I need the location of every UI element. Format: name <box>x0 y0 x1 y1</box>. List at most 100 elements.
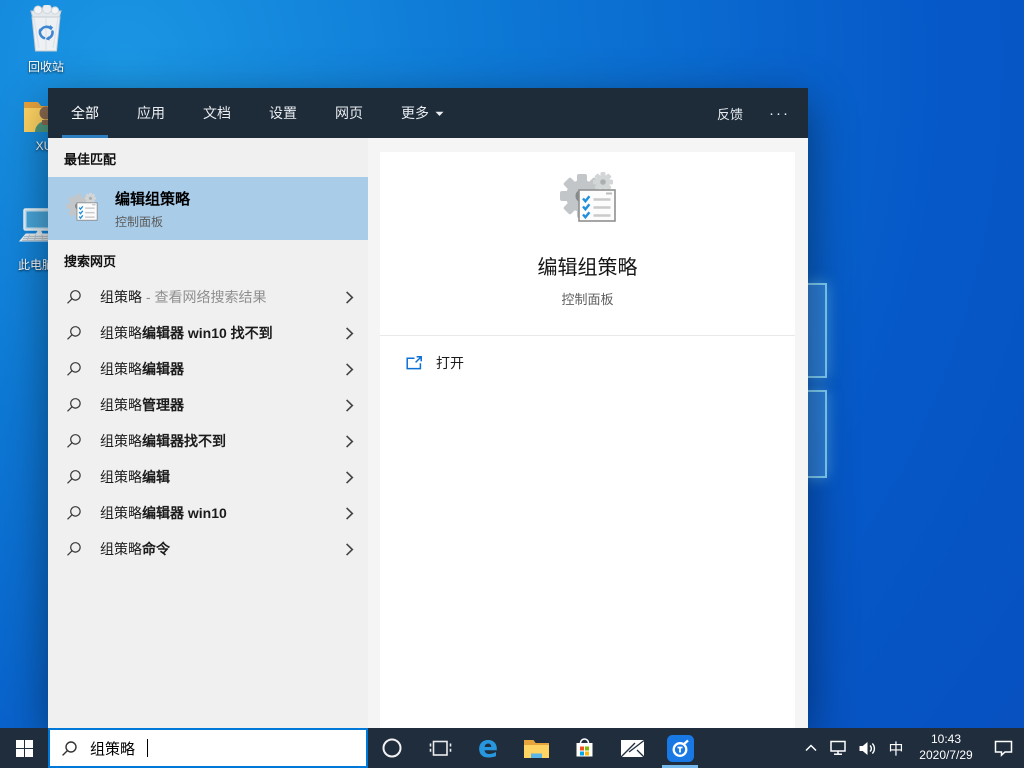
feedback-button[interactable]: 反馈 <box>717 104 743 123</box>
edge-icon: e <box>477 730 499 765</box>
results-list-column: 最佳匹配 编辑组策略 控制面板 搜索网页 组策略 - 查看网络搜索结果 组策略编辑… <box>48 138 368 728</box>
chevron-right-icon[interactable] <box>345 506 354 520</box>
ime-indicator[interactable]: 中 <box>882 728 910 768</box>
web-suggestion-row[interactable]: 组策略命令 <box>48 531 368 567</box>
chevron-right-icon[interactable] <box>345 290 354 304</box>
speaker-icon <box>859 741 876 755</box>
open-action[interactable]: 打开 <box>380 336 795 373</box>
file-explorer-button[interactable] <box>512 728 560 768</box>
cortana-button[interactable] <box>368 728 416 768</box>
search-icon <box>66 361 82 377</box>
system-tray: 中 10:43 2020/7/29 <box>798 728 1024 768</box>
network-button[interactable] <box>824 728 853 768</box>
search-icon <box>66 433 82 449</box>
best-match-result[interactable]: 编辑组策略 控制面板 <box>48 177 368 240</box>
web-suggestion-row[interactable]: 组策略编辑器 win10 找不到 <box>48 315 368 351</box>
tab-label: 网页 <box>335 105 363 121</box>
web-suggestion-row[interactable]: 组策略编辑 <box>48 459 368 495</box>
search-icon <box>66 541 82 557</box>
taskbar: 组策略 e 中 10:43 2020/7/29 <box>0 728 1024 768</box>
chevron-right-icon[interactable] <box>345 362 354 376</box>
web-suggestion-row[interactable]: 组策略编辑器 win10 <box>48 495 368 531</box>
taskbar-search-box[interactable]: 组策略 <box>48 728 368 768</box>
best-match-title: 编辑组策略 <box>115 190 191 208</box>
microsoft-store-button[interactable] <box>560 728 608 768</box>
cortana-icon <box>382 738 402 758</box>
best-match-subtitle: 控制面板 <box>115 214 164 229</box>
web-suggestion-row[interactable]: 组策略编辑器找不到 <box>48 423 368 459</box>
result-preview-pane: 编辑组策略 控制面板 打开 <box>380 152 795 728</box>
clock-date: 2020/7/29 <box>919 748 973 762</box>
web-suggestion-list: 组策略 - 查看网络搜索结果 组策略编辑器 win10 找不到 组策略编辑器 组策略管… <box>48 279 368 567</box>
more-options-button[interactable]: ··· <box>769 105 790 122</box>
mail-button[interactable] <box>608 728 656 768</box>
network-icon <box>830 740 846 755</box>
web-search-section-title: 搜索网页 <box>64 254 117 269</box>
search-icon <box>61 740 78 757</box>
open-action-label: 打开 <box>436 355 464 371</box>
tab-all[interactable]: 全部 <box>62 88 108 138</box>
clock-time: 10:43 <box>930 732 962 747</box>
chevron-down-icon <box>435 111 444 116</box>
tray-overflow-button[interactable] <box>798 728 824 768</box>
search-input-value: 组策略 <box>90 740 136 758</box>
tab-web[interactable]: 网页 <box>330 88 368 138</box>
suggestion-text: 组策略编辑器 <box>100 361 184 377</box>
recycle-bin-icon <box>12 5 80 55</box>
microsoft-store-icon <box>576 737 592 756</box>
search-icon <box>66 325 82 341</box>
wallpaper-logo-pane-top <box>806 283 827 378</box>
tab-label: 更多 <box>401 105 429 121</box>
suggestion-text: 组策略编辑 <box>100 469 170 485</box>
tab-apps[interactable]: 应用 <box>132 88 170 138</box>
group-policy-icon <box>64 191 100 227</box>
search-icon <box>66 505 82 521</box>
preview-title: 编辑组策略 <box>537 257 638 279</box>
clock[interactable]: 10:43 2020/7/29 <box>910 732 982 763</box>
preview-subtitle: 控制面板 <box>561 292 614 307</box>
notification-icon <box>994 740 1012 757</box>
web-suggestion-row[interactable]: 组策略编辑器 <box>48 351 368 387</box>
tab-label: 应用 <box>137 105 165 121</box>
chevron-right-icon[interactable] <box>345 398 354 412</box>
tab-label: 全部 <box>71 105 99 121</box>
chevron-right-icon[interactable] <box>345 542 354 556</box>
suggestion-text: 组策略命令 <box>100 541 170 557</box>
chevron-up-icon <box>805 744 817 752</box>
start-button[interactable] <box>0 728 48 768</box>
search-tabs: 全部 应用 文档 设置 网页 更多 <box>62 88 477 138</box>
tab-docs[interactable]: 文档 <box>198 88 236 138</box>
text-caret <box>147 739 149 757</box>
edge-button[interactable]: e <box>464 728 512 768</box>
todesk-icon <box>666 734 694 762</box>
search-icon <box>66 289 82 305</box>
open-external-icon <box>405 355 423 371</box>
web-suggestion-row[interactable]: 组策略 - 查看网络搜索结果 <box>48 279 368 315</box>
web-suggestion-row[interactable]: 组策略管理器 <box>48 387 368 423</box>
action-center-button[interactable] <box>982 728 1024 768</box>
suggestion-text: 组策略编辑器 win10 <box>100 505 227 521</box>
mail-icon <box>620 739 644 757</box>
file-explorer-icon <box>523 740 549 758</box>
windows-logo-icon <box>15 739 33 757</box>
search-panel: 全部 应用 文档 设置 网页 更多 反馈 ··· 最佳匹配 编辑组策略 控制面板 搜索网页… <box>48 88 808 728</box>
tab-label: 设置 <box>269 105 297 121</box>
chevron-right-icon[interactable] <box>345 326 354 340</box>
volume-button[interactable] <box>853 728 882 768</box>
desktop-icon-label: 回收站 <box>27 60 64 74</box>
desktop-icon-recycle-bin[interactable]: 回收站 <box>12 5 80 75</box>
chevron-right-icon[interactable] <box>345 434 354 448</box>
task-view-button[interactable] <box>416 728 464 768</box>
tab-more[interactable]: 更多 <box>396 88 449 138</box>
suggestion-text: 组策略 - 查看网络搜索结果 <box>100 289 267 305</box>
chevron-right-icon[interactable] <box>345 470 354 484</box>
task-view-icon <box>429 740 451 756</box>
todesk-app-button[interactable] <box>656 728 704 768</box>
wallpaper-logo-pane-bottom <box>806 390 827 478</box>
search-icon <box>66 397 82 413</box>
search-filter-bar: 全部 应用 文档 设置 网页 更多 反馈 ··· <box>48 88 808 138</box>
suggestion-text: 组策略管理器 <box>100 397 184 413</box>
search-icon <box>66 469 82 485</box>
tab-settings[interactable]: 设置 <box>264 88 302 138</box>
suggestion-text: 组策略编辑器 win10 找不到 <box>100 325 273 341</box>
